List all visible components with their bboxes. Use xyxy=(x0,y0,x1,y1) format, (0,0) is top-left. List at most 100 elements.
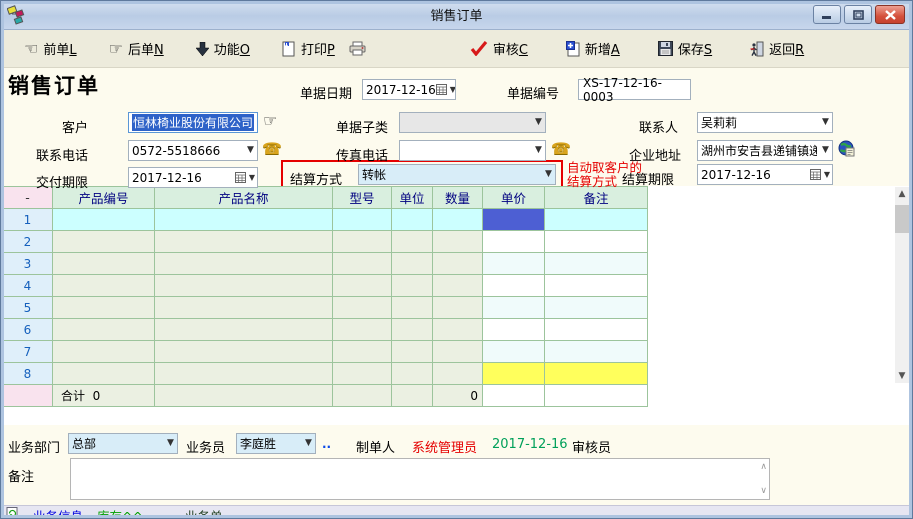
col-header-price[interactable]: 单价 xyxy=(483,187,545,209)
grid-cell[interactable] xyxy=(333,209,392,231)
grid-cell[interactable] xyxy=(155,341,333,363)
grid-cell[interactable] xyxy=(333,231,392,253)
return-button[interactable]: 返回R xyxy=(746,36,808,61)
grid-cell[interactable] xyxy=(433,231,483,253)
printer-icon-button[interactable] xyxy=(345,38,370,59)
grid-cell[interactable] xyxy=(545,231,648,253)
grid-cell[interactable] xyxy=(392,209,433,231)
close-button[interactable] xyxy=(875,5,905,24)
grid-cell[interactable] xyxy=(53,363,155,385)
grid-cell[interactable] xyxy=(483,341,545,363)
minimize-button[interactable] xyxy=(813,5,841,24)
phone-icon[interactable]: ☎ xyxy=(262,141,282,157)
pick-customer-hand-icon[interactable]: ☞ xyxy=(263,113,277,129)
grid-cell[interactable] xyxy=(53,253,155,275)
grid-cell[interactable] xyxy=(483,275,545,297)
grid-cell[interactable] xyxy=(333,363,392,385)
scroll-up-icon[interactable]: ▲ xyxy=(895,187,909,201)
chevron-down-icon[interactable]: ▼ xyxy=(532,113,545,132)
grid-cell[interactable] xyxy=(155,275,333,297)
grid-cell[interactable] xyxy=(53,231,155,253)
chevron-down-icon[interactable]: ▼ xyxy=(302,434,315,453)
salesman-combo[interactable]: 李庭胜 ▼ xyxy=(236,433,316,454)
grid-cell[interactable] xyxy=(155,319,333,341)
audit-button[interactable]: 审核C xyxy=(466,36,532,61)
grid-cell[interactable] xyxy=(392,319,433,341)
grid-cell[interactable] xyxy=(545,319,648,341)
col-header-remark[interactable]: 备注 xyxy=(545,187,648,209)
grid-cell[interactable] xyxy=(545,209,648,231)
chevron-down-icon[interactable]: ▼ xyxy=(244,141,257,160)
restore-button[interactable] xyxy=(844,5,872,24)
grid-cell[interactable] xyxy=(545,275,648,297)
grid-cell[interactable] xyxy=(155,363,333,385)
save-button[interactable]: 保存S xyxy=(654,36,716,61)
grid-cell[interactable] xyxy=(392,297,433,319)
scroll-down-icon[interactable]: ∨ xyxy=(760,486,767,496)
grid-cell[interactable] xyxy=(483,209,545,231)
chevron-down-icon[interactable]: ▼ xyxy=(819,141,832,160)
grid-cell[interactable] xyxy=(333,297,392,319)
grid-cell[interactable] xyxy=(333,253,392,275)
phone-combo[interactable]: 0572-5518666 ▼ xyxy=(128,140,258,161)
grid-cell[interactable] xyxy=(53,209,155,231)
salesman-more-dots[interactable]: .. xyxy=(322,437,331,451)
chevron-down-icon[interactable]: ▼ xyxy=(164,434,177,453)
doc-subtype-combo[interactable]: ▼ xyxy=(399,112,546,133)
grid-cell[interactable] xyxy=(155,231,333,253)
grid-cell[interactable] xyxy=(545,297,648,319)
vertical-scrollbar[interactable]: ▲ ▼ xyxy=(895,187,909,383)
grid-cell[interactable] xyxy=(53,297,155,319)
scroll-up-icon[interactable]: ∧ xyxy=(760,462,767,472)
grid-cell[interactable] xyxy=(433,341,483,363)
scrollbar-thumb[interactable] xyxy=(895,205,909,233)
add-button[interactable]: 新增A xyxy=(562,36,624,61)
map-globe-icon[interactable] xyxy=(838,140,855,157)
grid-cell[interactable] xyxy=(545,253,648,275)
fax-combo[interactable]: ▼ xyxy=(399,140,546,161)
grid-cell[interactable] xyxy=(392,275,433,297)
next-doc-button[interactable]: ☞ 后单N xyxy=(105,36,168,61)
grid-cell[interactable] xyxy=(483,319,545,341)
customer-combo[interactable]: 恒林椅业股份有限公司 ▼ xyxy=(128,112,258,133)
grid-cell[interactable] xyxy=(155,297,333,319)
print-button[interactable]: 打印P xyxy=(278,36,339,61)
col-header-qty[interactable]: 数量 xyxy=(433,187,483,209)
grid-cell[interactable] xyxy=(155,209,333,231)
grid-cell[interactable] xyxy=(433,363,483,385)
grid-cell[interactable] xyxy=(53,275,155,297)
calendar-dropdown-icon[interactable]: ▼ xyxy=(436,84,456,95)
grid-cell[interactable] xyxy=(545,363,648,385)
grid-cell[interactable] xyxy=(392,341,433,363)
chevron-down-icon[interactable]: ▼ xyxy=(254,113,258,132)
grid-cell[interactable] xyxy=(433,209,483,231)
grid-cell[interactable] xyxy=(53,341,155,363)
grid-cell[interactable] xyxy=(483,253,545,275)
delivery-deadline-field[interactable]: 2017-12-16 ▼ xyxy=(128,167,258,188)
doc-date-field[interactable]: 2017-12-16 ▼ xyxy=(362,79,456,100)
remark-textarea[interactable]: ∧ ∨ xyxy=(70,458,770,500)
grid-cell[interactable] xyxy=(433,297,483,319)
grid-cell[interactable] xyxy=(333,319,392,341)
chevron-down-icon[interactable]: ▼ xyxy=(532,141,545,160)
grid-cell[interactable] xyxy=(483,231,545,253)
grid-cell[interactable] xyxy=(53,319,155,341)
address-combo[interactable]: 湖州市安吉县递铺镇递铺 ▼ xyxy=(697,140,833,161)
grid-cell[interactable] xyxy=(483,297,545,319)
scroll-down-icon[interactable]: ▼ xyxy=(895,369,909,383)
chevron-down-icon[interactable]: ▼ xyxy=(819,113,832,132)
grid-cell[interactable] xyxy=(333,275,392,297)
col-header-model[interactable]: 型号 xyxy=(333,187,392,209)
chevron-down-icon[interactable]: ▼ xyxy=(542,165,555,184)
grid-cell[interactable] xyxy=(483,363,545,385)
tab-business-info[interactable]: 业务信息 xyxy=(33,506,83,519)
grid-cell[interactable] xyxy=(392,231,433,253)
grid-cell[interactable] xyxy=(433,253,483,275)
contact-combo[interactable]: 吴莉莉 ▼ xyxy=(697,112,833,133)
grid-cell[interactable] xyxy=(333,341,392,363)
grid-cell[interactable] xyxy=(392,253,433,275)
doc-no-field[interactable]: XS-17-12-16-0003 xyxy=(578,79,691,100)
dept-combo[interactable]: 总部 ▼ xyxy=(68,433,178,454)
grid-cell[interactable] xyxy=(545,341,648,363)
calendar-dropdown-icon[interactable]: ▼ xyxy=(235,172,257,183)
